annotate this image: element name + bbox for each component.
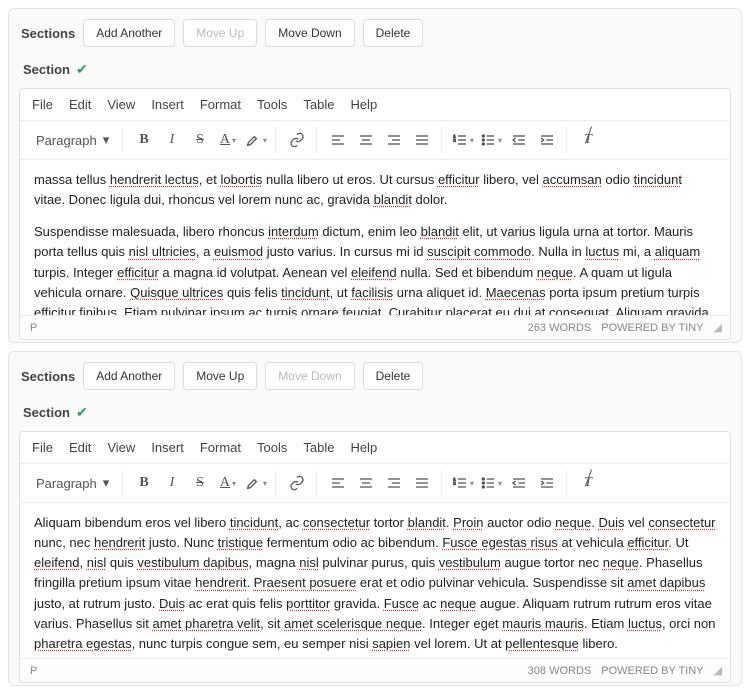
- rich-text-editor-2: File Edit View Insert Format Tools Table…: [19, 431, 731, 683]
- resize-handle-icon[interactable]: ◢: [714, 664, 720, 677]
- section-label: Section: [23, 62, 70, 77]
- link-button[interactable]: [284, 470, 310, 496]
- editor-menubar: File Edit View Insert Format Tools Table…: [20, 432, 730, 464]
- section-title-row: Section ✔: [9, 400, 741, 431]
- indent-button[interactable]: [534, 470, 560, 496]
- align-center-button[interactable]: [353, 470, 379, 496]
- block-format-select[interactable]: Paragraph▾: [28, 471, 123, 495]
- outdent-button[interactable]: [506, 470, 532, 496]
- svg-text:2: 2: [453, 480, 456, 485]
- outdent-button[interactable]: [506, 127, 532, 153]
- text-color-button[interactable]: A▾: [215, 127, 241, 153]
- add-another-button[interactable]: Add Another: [83, 19, 175, 47]
- svg-text:2: 2: [453, 137, 456, 142]
- sections-label: Sections: [21, 369, 75, 384]
- align-left-button[interactable]: [325, 127, 351, 153]
- section-panel-2: Sections Add Another Move Up Move Down D…: [8, 351, 742, 686]
- section-panel-1: Sections Add Another Move Up Move Down D…: [8, 8, 742, 343]
- numbered-list-button[interactable]: 12▾: [450, 127, 476, 153]
- menu-file[interactable]: File: [32, 440, 53, 455]
- add-another-button[interactable]: Add Another: [83, 362, 175, 390]
- move-up-button[interactable]: Move Up: [183, 362, 257, 390]
- clear-formatting-button[interactable]: T: [575, 470, 601, 496]
- move-down-button: Move Down: [265, 362, 354, 390]
- chevron-down-icon: ▾: [103, 475, 110, 491]
- numbered-list-button[interactable]: 12▾: [450, 470, 476, 496]
- element-path[interactable]: P: [30, 322, 37, 334]
- section-title-row: Section ✔: [9, 57, 741, 88]
- panel-header: Sections Add Another Move Up Move Down D…: [9, 9, 741, 57]
- menu-view[interactable]: View: [107, 97, 135, 112]
- menu-help[interactable]: Help: [350, 97, 377, 112]
- highlight-button[interactable]: ▾: [243, 470, 269, 496]
- editor-statusbar: P 308 WORDS POWERED BY TINY ◢: [20, 658, 730, 682]
- menu-tools[interactable]: Tools: [257, 440, 287, 455]
- word-count[interactable]: 263 WORDS: [528, 322, 592, 334]
- indent-button[interactable]: [534, 127, 560, 153]
- move-up-button: Move Up: [183, 19, 257, 47]
- editor-toolbar: Paragraph▾ B I S A▾ ▾ 12▾ ▾: [20, 121, 730, 160]
- chevron-down-icon: ▾: [103, 132, 110, 148]
- menu-view[interactable]: View: [107, 440, 135, 455]
- section-label: Section: [23, 405, 70, 420]
- align-center-button[interactable]: [353, 127, 379, 153]
- block-format-select[interactable]: Paragraph▾: [28, 128, 123, 152]
- resize-handle-icon[interactable]: ◢: [714, 321, 720, 334]
- check-icon: ✔: [76, 61, 88, 78]
- move-down-button[interactable]: Move Down: [265, 19, 354, 47]
- clear-formatting-button[interactable]: T: [575, 127, 601, 153]
- bold-button[interactable]: B: [131, 127, 157, 153]
- italic-button[interactable]: I: [159, 470, 185, 496]
- panel-header: Sections Add Another Move Up Move Down D…: [9, 352, 741, 400]
- text-color-button[interactable]: A▾: [215, 470, 241, 496]
- menu-file[interactable]: File: [32, 97, 53, 112]
- align-left-button[interactable]: [325, 470, 351, 496]
- menu-table[interactable]: Table: [303, 440, 334, 455]
- editor-toolbar: Paragraph▾ B I S A▾ ▾ 12▾ ▾: [20, 464, 730, 503]
- align-justify-button[interactable]: [409, 470, 435, 496]
- bold-button[interactable]: B: [131, 470, 157, 496]
- align-justify-button[interactable]: [409, 127, 435, 153]
- menu-tools[interactable]: Tools: [257, 97, 287, 112]
- align-right-button[interactable]: [381, 127, 407, 153]
- element-path[interactable]: P: [30, 665, 37, 677]
- powered-by-label: POWERED BY TINY: [601, 322, 703, 334]
- editor-content-area[interactable]: Aliquam bibendum eros vel libero tincidu…: [20, 503, 730, 658]
- rich-text-editor-1: File Edit View Insert Format Tools Table…: [19, 88, 731, 340]
- strikethrough-button[interactable]: S: [187, 470, 213, 496]
- menu-table[interactable]: Table: [303, 97, 334, 112]
- italic-button[interactable]: I: [159, 127, 185, 153]
- menu-edit[interactable]: Edit: [69, 97, 91, 112]
- editor-statusbar: P 263 WORDS POWERED BY TINY ◢: [20, 315, 730, 339]
- delete-button[interactable]: Delete: [363, 362, 424, 390]
- menu-format[interactable]: Format: [200, 440, 241, 455]
- sections-label: Sections: [21, 26, 75, 41]
- bullet-list-button[interactable]: ▾: [478, 127, 504, 153]
- highlight-button[interactable]: ▾: [243, 127, 269, 153]
- check-icon: ✔: [76, 404, 88, 421]
- powered-by-label: POWERED BY TINY: [601, 665, 703, 677]
- editor-content-area[interactable]: massa tellus hendrerit lectus, et lobort…: [20, 160, 730, 315]
- menu-insert[interactable]: Insert: [151, 97, 184, 112]
- link-button[interactable]: [284, 127, 310, 153]
- menu-insert[interactable]: Insert: [151, 440, 184, 455]
- delete-button[interactable]: Delete: [363, 19, 424, 47]
- word-count[interactable]: 308 WORDS: [528, 665, 592, 677]
- menu-format[interactable]: Format: [200, 97, 241, 112]
- bullet-list-button[interactable]: ▾: [478, 470, 504, 496]
- menu-help[interactable]: Help: [350, 440, 377, 455]
- menu-edit[interactable]: Edit: [69, 440, 91, 455]
- editor-menubar: File Edit View Insert Format Tools Table…: [20, 89, 730, 121]
- strikethrough-button[interactable]: S: [187, 127, 213, 153]
- align-right-button[interactable]: [381, 470, 407, 496]
